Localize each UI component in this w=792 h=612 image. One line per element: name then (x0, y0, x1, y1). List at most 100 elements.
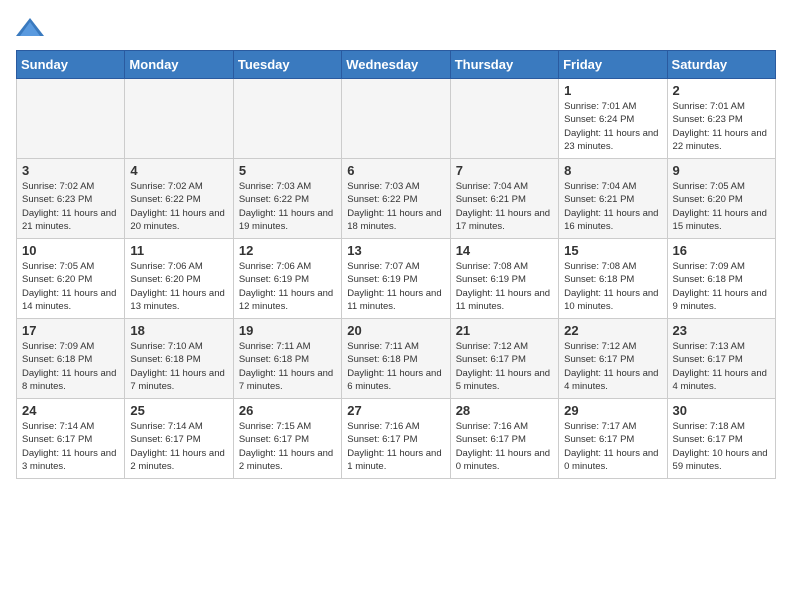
day-number: 7 (456, 163, 553, 178)
calendar-week-row: 3 Sunrise: 7:02 AM Sunset: 6:23 PM Daylig… (17, 159, 776, 239)
calendar-week-row: 10 Sunrise: 7:05 AM Sunset: 6:20 PM Dayli… (17, 239, 776, 319)
calendar-cell: 17 Sunrise: 7:09 AM Sunset: 6:18 PM Dayli… (17, 319, 125, 399)
calendar-cell: 13 Sunrise: 7:07 AM Sunset: 6:19 PM Dayli… (342, 239, 450, 319)
day-info: Sunrise: 7:16 AM Sunset: 6:17 PM Dayligh… (347, 420, 444, 473)
day-number: 17 (22, 323, 119, 338)
day-number: 24 (22, 403, 119, 418)
day-number: 3 (22, 163, 119, 178)
day-number: 1 (564, 83, 661, 98)
weekday-header-monday: Monday (125, 51, 233, 79)
weekday-header-sunday: Sunday (17, 51, 125, 79)
day-number: 2 (673, 83, 770, 98)
day-number: 11 (130, 243, 227, 258)
weekday-header-friday: Friday (559, 51, 667, 79)
calendar-cell: 30Sunrise: 7:18 AM Sunset: 6:17 PM Dayli… (667, 399, 775, 479)
day-info: Sunrise: 7:13 AM Sunset: 6:17 PM Dayligh… (673, 340, 770, 393)
weekday-header-thursday: Thursday (450, 51, 558, 79)
day-number: 5 (239, 163, 336, 178)
day-info: Sunrise: 7:04 AM Sunset: 6:21 PM Dayligh… (456, 180, 553, 233)
calendar-cell: 25Sunrise: 7:14 AM Sunset: 6:17 PM Dayli… (125, 399, 233, 479)
calendar-cell: 24 Sunrise: 7:14 AM Sunset: 6:17 PM Dayli… (17, 399, 125, 479)
day-info: Sunrise: 7:08 AM Sunset: 6:18 PM Dayligh… (564, 260, 661, 313)
day-number: 10 (22, 243, 119, 258)
day-number: 16 (673, 243, 770, 258)
calendar-cell (342, 79, 450, 159)
calendar-cell: 4Sunrise: 7:02 AM Sunset: 6:22 PM Daylig… (125, 159, 233, 239)
day-info: Sunrise: 7:06 AM Sunset: 6:20 PM Dayligh… (130, 260, 227, 313)
day-number: 4 (130, 163, 227, 178)
day-info: Sunrise: 7:09 AM Sunset: 6:18 PM Dayligh… (673, 260, 770, 313)
day-info: Sunrise: 7:15 AM Sunset: 6:17 PM Dayligh… (239, 420, 336, 473)
day-info: Sunrise: 7:07 AM Sunset: 6:19 PM Dayligh… (347, 260, 444, 313)
calendar-table: SundayMondayTuesdayWednesdayThursdayFrid… (16, 50, 776, 479)
calendar-cell: 18 Sunrise: 7:10 AM Sunset: 6:18 PM Dayli… (125, 319, 233, 399)
day-info: Sunrise: 7:02 AM Sunset: 6:23 PM Dayligh… (22, 180, 119, 233)
weekday-header-row: SundayMondayTuesdayWednesdayThursdayFrid… (17, 51, 776, 79)
calendar-cell: 5 Sunrise: 7:03 AM Sunset: 6:22 PM Daylig… (233, 159, 341, 239)
day-info: Sunrise: 7:14 AM Sunset: 6:17 PM Dayligh… (22, 420, 119, 473)
day-info: Sunrise: 7:05 AM Sunset: 6:20 PM Dayligh… (673, 180, 770, 233)
day-info: Sunrise: 7:01 AM Sunset: 6:24 PM Dayligh… (564, 100, 661, 153)
calendar-cell: 26Sunrise: 7:15 AM Sunset: 6:17 PM Dayli… (233, 399, 341, 479)
day-number: 12 (239, 243, 336, 258)
day-number: 27 (347, 403, 444, 418)
calendar-cell: 21 Sunrise: 7:12 AM Sunset: 6:17 PM Dayli… (450, 319, 558, 399)
day-info: Sunrise: 7:11 AM Sunset: 6:18 PM Dayligh… (347, 340, 444, 393)
header (16, 16, 776, 38)
day-number: 22 (564, 323, 661, 338)
calendar-cell: 12 Sunrise: 7:06 AM Sunset: 6:19 PM Dayli… (233, 239, 341, 319)
calendar-week-row: 17 Sunrise: 7:09 AM Sunset: 6:18 PM Dayli… (17, 319, 776, 399)
calendar-cell (233, 79, 341, 159)
calendar-header: SundayMondayTuesdayWednesdayThursdayFrid… (17, 51, 776, 79)
calendar-cell: 14Sunrise: 7:08 AM Sunset: 6:19 PM Dayli… (450, 239, 558, 319)
calendar-cell: 9 Sunrise: 7:05 AM Sunset: 6:20 PM Daylig… (667, 159, 775, 239)
day-info: Sunrise: 7:05 AM Sunset: 6:20 PM Dayligh… (22, 260, 119, 313)
calendar-cell: 11 Sunrise: 7:06 AM Sunset: 6:20 PM Dayli… (125, 239, 233, 319)
day-number: 19 (239, 323, 336, 338)
calendar-cell: 19 Sunrise: 7:11 AM Sunset: 6:18 PM Dayli… (233, 319, 341, 399)
calendar-week-row: 1 Sunrise: 7:01 AM Sunset: 6:24 PM Daylig… (17, 79, 776, 159)
day-number: 6 (347, 163, 444, 178)
calendar-week-row: 24 Sunrise: 7:14 AM Sunset: 6:17 PM Dayli… (17, 399, 776, 479)
day-number: 9 (673, 163, 770, 178)
day-info: Sunrise: 7:03 AM Sunset: 6:22 PM Dayligh… (347, 180, 444, 233)
calendar-body: 1 Sunrise: 7:01 AM Sunset: 6:24 PM Daylig… (17, 79, 776, 479)
calendar-cell: 16 Sunrise: 7:09 AM Sunset: 6:18 PM Dayli… (667, 239, 775, 319)
day-number: 20 (347, 323, 444, 338)
day-info: Sunrise: 7:18 AM Sunset: 6:17 PM Dayligh… (673, 420, 770, 473)
day-info: Sunrise: 7:12 AM Sunset: 6:17 PM Dayligh… (564, 340, 661, 393)
day-info: Sunrise: 7:03 AM Sunset: 6:22 PM Dayligh… (239, 180, 336, 233)
day-info: Sunrise: 7:09 AM Sunset: 6:18 PM Dayligh… (22, 340, 119, 393)
day-info: Sunrise: 7:01 AM Sunset: 6:23 PM Dayligh… (673, 100, 770, 153)
day-number: 18 (130, 323, 227, 338)
calendar-cell: 7 Sunrise: 7:04 AM Sunset: 6:21 PM Daylig… (450, 159, 558, 239)
day-info: Sunrise: 7:14 AM Sunset: 6:17 PM Dayligh… (130, 420, 227, 473)
day-info: Sunrise: 7:10 AM Sunset: 6:18 PM Dayligh… (130, 340, 227, 393)
day-number: 28 (456, 403, 553, 418)
day-info: Sunrise: 7:17 AM Sunset: 6:17 PM Dayligh… (564, 420, 661, 473)
logo (16, 16, 48, 38)
day-number: 13 (347, 243, 444, 258)
weekday-header-tuesday: Tuesday (233, 51, 341, 79)
calendar-cell: 2 Sunrise: 7:01 AM Sunset: 6:23 PM Daylig… (667, 79, 775, 159)
weekday-header-saturday: Saturday (667, 51, 775, 79)
day-number: 21 (456, 323, 553, 338)
calendar-cell (125, 79, 233, 159)
weekday-header-wednesday: Wednesday (342, 51, 450, 79)
logo-icon (16, 16, 44, 38)
day-number: 8 (564, 163, 661, 178)
day-number: 15 (564, 243, 661, 258)
calendar-cell: 20 Sunrise: 7:11 AM Sunset: 6:18 PM Dayli… (342, 319, 450, 399)
day-info: Sunrise: 7:16 AM Sunset: 6:17 PM Dayligh… (456, 420, 553, 473)
calendar-cell: 10 Sunrise: 7:05 AM Sunset: 6:20 PM Dayli… (17, 239, 125, 319)
calendar-cell: 22 Sunrise: 7:12 AM Sunset: 6:17 PM Dayli… (559, 319, 667, 399)
day-number: 29 (564, 403, 661, 418)
day-info: Sunrise: 7:06 AM Sunset: 6:19 PM Dayligh… (239, 260, 336, 313)
calendar-cell (450, 79, 558, 159)
day-info: Sunrise: 7:11 AM Sunset: 6:18 PM Dayligh… (239, 340, 336, 393)
calendar-cell: 27 Sunrise: 7:16 AM Sunset: 6:17 PM Dayli… (342, 399, 450, 479)
day-info: Sunrise: 7:12 AM Sunset: 6:17 PM Dayligh… (456, 340, 553, 393)
day-number: 23 (673, 323, 770, 338)
calendar-cell: 23 Sunrise: 7:13 AM Sunset: 6:17 PM Dayli… (667, 319, 775, 399)
calendar-cell: 6 Sunrise: 7:03 AM Sunset: 6:22 PM Daylig… (342, 159, 450, 239)
